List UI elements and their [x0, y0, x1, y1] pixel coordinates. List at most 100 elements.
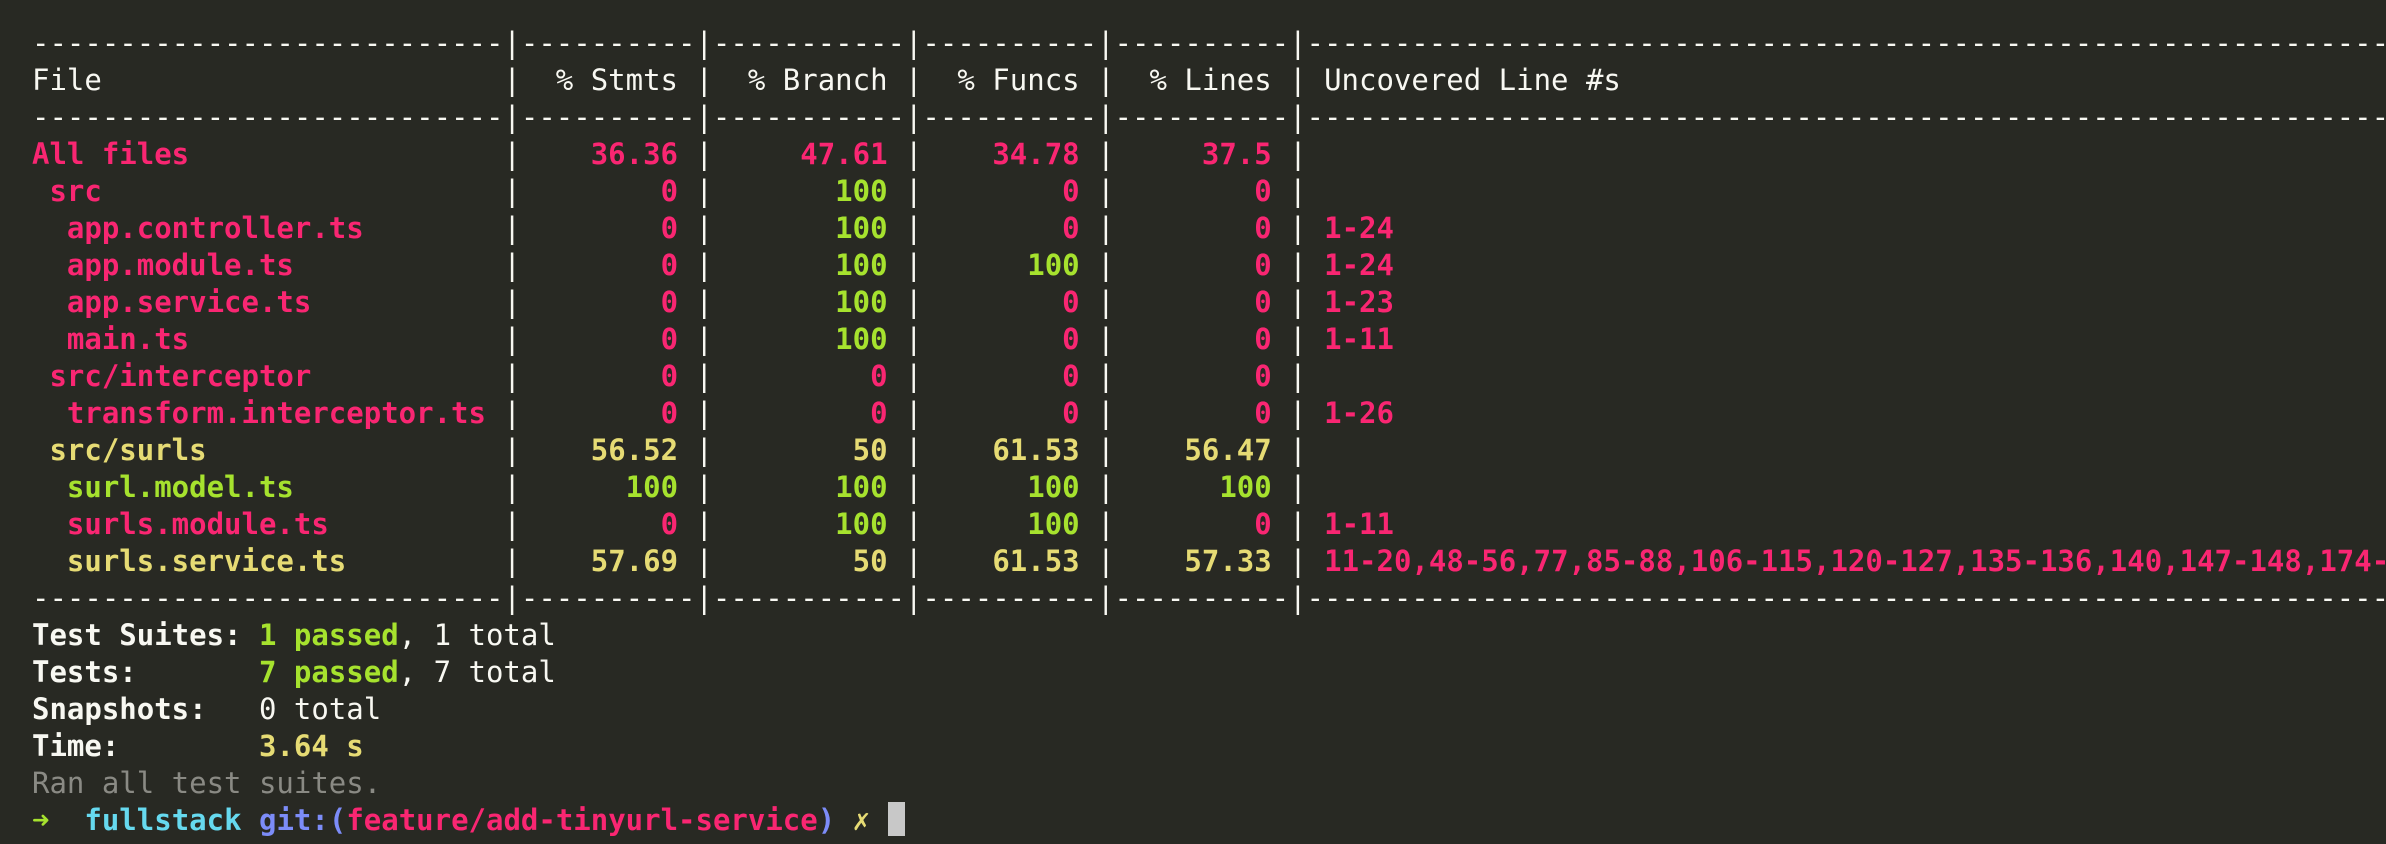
prompt-git-close: )	[817, 803, 836, 837]
cell-branch: 0	[870, 359, 888, 393]
cell-branch: 100	[835, 174, 888, 208]
cell-funcs: 0	[1062, 211, 1080, 245]
tests-passed: 7 passed	[258, 655, 399, 689]
cell-stmts: 36.36	[590, 137, 679, 171]
cell-uncovered-lines: 1-23	[1324, 285, 1394, 319]
time-value: 3.64 s	[258, 729, 364, 763]
time-summary: Time: 3.64 s	[32, 728, 2386, 765]
row-file-name: app.service.ts	[32, 285, 312, 319]
cell-lines: 56.47	[1184, 433, 1272, 467]
cell-branch: 50	[852, 544, 888, 578]
prompt-dirty-icon: ✗	[852, 803, 871, 837]
terminal-output: ---------------------------|----------|-…	[32, 25, 2386, 839]
header-branch: % Branch	[747, 63, 888, 97]
row-file-name: surls.service.ts	[32, 544, 347, 578]
table-separator-top: ---------------------------|----------|-…	[32, 26, 2386, 60]
table-row: All files | 36.36 | 47.61 | 34.78 | 37.5…	[32, 137, 1307, 171]
cell-funcs: 0	[1062, 285, 1080, 319]
prompt-git-branch: feature/add-tinyurl-service	[346, 803, 818, 837]
test-suites-label: Test Suites:	[32, 618, 259, 652]
table-separator-bottom: ---------------------------|----------|-…	[32, 581, 2386, 615]
prompt-arrow-icon: ➜	[32, 803, 50, 837]
cell-funcs: 100	[1027, 507, 1080, 541]
cell-branch: 100	[835, 322, 888, 356]
table-row: transform.interceptor.ts | 0 | 0 | 0 | 0…	[32, 396, 1394, 430]
cell-uncovered-lines: 11-20,48-56,77,85-88,106-115,120-127,135…	[1324, 544, 2386, 578]
prompt-directory: fullstack	[84, 803, 242, 837]
cell-funcs: 0	[1062, 322, 1080, 356]
time-label: Time:	[32, 729, 259, 763]
cell-lines: 0	[1254, 174, 1272, 208]
table-separator-mid: ---------------------------|----------|-…	[32, 100, 2386, 134]
tests-label: Tests:	[32, 655, 259, 689]
tests-total: , 7 total	[398, 655, 556, 689]
cell-funcs: 34.78	[992, 137, 1080, 171]
cell-lines: 37.5	[1201, 137, 1272, 171]
cell-uncovered-lines: 1-11	[1324, 507, 1394, 541]
row-file-name: src/interceptor	[32, 359, 312, 393]
table-header-row: File | % Stmts | % Branch | % Funcs | % …	[32, 63, 1621, 97]
header-funcs: % Funcs	[957, 63, 1080, 97]
cell-stmts: 0	[660, 174, 679, 208]
cell-lines: 0	[1254, 396, 1272, 430]
row-file-name: transform.interceptor.ts	[32, 396, 486, 430]
table-row: app.controller.ts | 0 | 100 | 0 | 0 | 1-…	[32, 211, 1394, 245]
cell-stmts: 0	[660, 285, 679, 319]
cell-stmts: 100	[625, 470, 679, 504]
cell-uncovered-lines: 1-26	[1324, 396, 1394, 430]
cell-stmts: 0	[660, 248, 679, 282]
row-file-name: src/surls	[32, 433, 207, 467]
cell-branch: 100	[835, 470, 888, 504]
cell-funcs: 0	[1062, 359, 1080, 393]
table-row: app.module.ts | 0 | 100 | 100 | 0 | 1-24	[32, 248, 1394, 282]
table-row: src/interceptor | 0 | 0 | 0 | 0 |	[32, 359, 1307, 393]
table-row: src/surls | 56.52 | 50 | 61.53 | 56.47 |	[32, 433, 1307, 467]
table-row: surl.model.ts | 100 | 100 | 100 | 100 |	[32, 470, 1307, 504]
table-row: src | 0 | 100 | 0 | 0 |	[32, 174, 1307, 208]
header-file: File	[32, 63, 102, 97]
cell-lines: 0	[1254, 322, 1272, 356]
test-suites-passed: 1 passed	[258, 618, 399, 652]
row-file-name: All files	[32, 137, 190, 171]
test-suites-summary: Test Suites: 1 passed, 1 total	[32, 617, 2386, 654]
snapshots-summary: Snapshots: 0 total	[32, 691, 2386, 728]
terminal-cursor[interactable]	[887, 802, 905, 836]
cell-stmts: 56.52	[590, 433, 679, 467]
table-row: surls.module.ts | 0 | 100 | 100 | 0 | 1-…	[32, 507, 1394, 541]
table-row: main.ts | 0 | 100 | 0 | 0 | 1-11	[32, 322, 1394, 356]
row-file-name: main.ts	[32, 322, 190, 356]
cell-uncovered-lines: 1-24	[1324, 211, 1394, 245]
cell-funcs: 0	[1062, 174, 1080, 208]
cell-branch: 50	[852, 433, 888, 467]
shell-prompt[interactable]: ➜ fullstack git:(feature/add-tinyurl-ser…	[32, 802, 2386, 839]
table-row: surls.service.ts | 57.69 | 50 | 61.53 | …	[32, 543, 2386, 580]
cell-funcs: 100	[1027, 470, 1080, 504]
row-file-name: src	[32, 174, 102, 208]
header-stmts: % Stmts	[555, 63, 679, 97]
row-file-name: app.controller.ts	[32, 211, 364, 245]
ran-all-message: Ran all test suites.	[32, 766, 382, 800]
snapshots-value: 0 total	[258, 692, 382, 726]
row-file-name: surls.module.ts	[32, 507, 329, 541]
cell-stmts: 0	[660, 211, 679, 245]
cell-branch: 100	[835, 285, 888, 319]
test-suites-total: , 1 total	[398, 618, 556, 652]
cell-funcs: 0	[1062, 396, 1080, 430]
cell-funcs: 61.53	[992, 433, 1080, 467]
tests-summary: Tests: 7 passed, 7 total	[32, 654, 2386, 691]
cell-lines: 0	[1254, 211, 1272, 245]
cell-stmts: 0	[660, 396, 679, 430]
cell-uncovered-lines: 1-11	[1324, 322, 1394, 356]
cell-branch: 100	[835, 248, 888, 282]
cell-stmts: 0	[660, 359, 679, 393]
cell-branch: 100	[835, 211, 888, 245]
cell-branch: 0	[870, 396, 888, 430]
cell-uncovered-lines: 1-24	[1324, 248, 1394, 282]
table-row: app.service.ts | 0 | 100 | 0 | 0 | 1-23	[32, 285, 1394, 319]
cell-branch: 100	[835, 507, 888, 541]
cell-stmts: 57.69	[590, 544, 679, 578]
header-lines: % Lines	[1149, 63, 1272, 97]
cell-funcs: 61.53	[992, 544, 1080, 578]
cell-lines: 0	[1254, 248, 1272, 282]
cell-funcs: 100	[1027, 248, 1080, 282]
